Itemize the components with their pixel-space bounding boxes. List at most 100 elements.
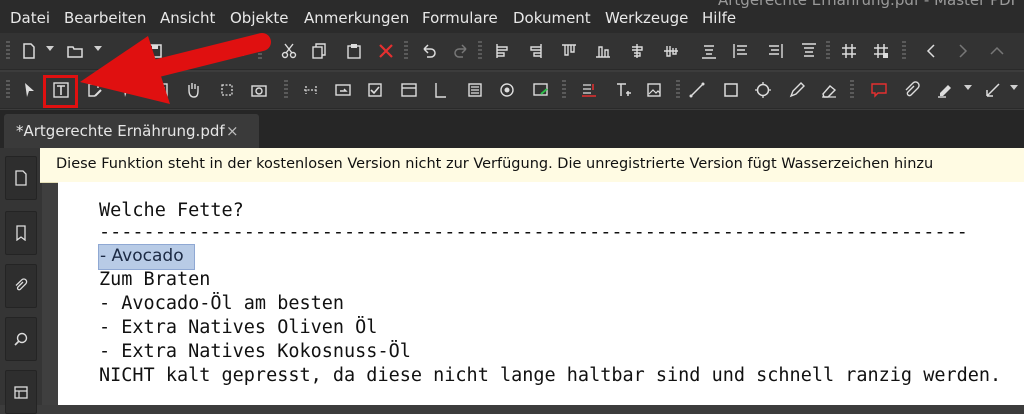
document-border [42,148,58,405]
text-strike-icon[interactable] [576,72,602,108]
notification-bar: Diese Funktion steht in der kostenlosen … [40,148,1024,183]
pages-panel-icon[interactable] [5,156,37,200]
align-center-h-icon[interactable] [624,33,650,69]
button-field-icon[interactable] [330,72,356,108]
add-image-icon[interactable] [642,72,668,108]
snap-grid-icon[interactable] [868,33,894,69]
distribute-h-icon[interactable] [696,33,722,69]
toolbar-grip[interactable] [676,80,680,100]
toolbar-grip[interactable] [478,41,482,61]
tab-close-button[interactable]: × [226,122,239,140]
text-line[interactable]: - Avocado-Öl am besten [99,293,344,314]
tools-toolbar [0,72,1024,109]
menu-bar: Artgerechte Ernährung.pdf - Master PDF E… [0,0,1024,36]
ellipse-tool-icon[interactable] [750,72,776,108]
print-icon[interactable] [224,33,250,69]
signature-field-icon[interactable] [528,72,554,108]
toolbar-grip[interactable] [562,80,566,100]
select-object-icon[interactable] [114,72,140,108]
document-page[interactable]: Welche Fette? --------------------------… [58,182,1024,405]
distribute-h2-icon[interactable] [762,33,788,69]
snapshot-icon[interactable] [246,72,272,108]
add-text-icon[interactable] [610,72,636,108]
menu-formulare[interactable]: Formulare [422,9,498,27]
text-line[interactable]: Zum Braten [99,269,210,290]
document-tab[interactable]: *Artgerechte Ernährung.pdf × [4,114,259,148]
radio-field-icon[interactable] [494,72,520,108]
page-heading[interactable]: Welche Fette? [99,200,244,221]
checkbox-field-icon[interactable] [362,72,388,108]
toolbar-grip[interactable] [826,41,830,61]
open-folder-icon[interactable] [62,33,88,69]
align-top-icon[interactable] [556,33,582,69]
toolbar-grip[interactable] [6,80,10,100]
select-arrow-icon[interactable] [16,72,42,108]
align-left-icon[interactable] [490,33,516,69]
toolbar-grip[interactable] [284,80,288,100]
edit-object-icon[interactable] [82,72,108,108]
layers-panel-icon[interactable] [5,370,37,414]
chevron-up-icon[interactable] [984,33,1010,69]
window-title: Artgerechte Ernährung.pdf - Master PDF E [718,0,1024,9]
highlighter-icon[interactable] [932,72,958,108]
new-document-icon[interactable] [16,33,42,69]
eraser-tool-icon[interactable] [816,72,842,108]
toolbar-grip[interactable] [404,41,408,61]
tab-bar: *Artgerechte Ernährung.pdf × [0,110,1024,148]
hand-tool-icon[interactable] [180,72,206,108]
menu-ansicht[interactable]: Ansicht [160,9,215,27]
form-field-icon[interactable] [148,72,174,108]
pencil-tool-icon[interactable] [784,72,810,108]
distribute-v2-icon[interactable] [796,33,822,69]
arrow-tool-icon[interactable] [980,72,1006,108]
menu-datei[interactable]: Datei [10,9,50,27]
main-toolbar [0,33,1024,70]
attach-icon[interactable] [898,72,924,108]
align-center-v-icon[interactable] [658,33,684,69]
text-line[interactable]: NICHT kalt gepresst, da diese nicht lang… [99,365,1001,386]
menu-bearbeiten[interactable]: Bearbeiten [64,9,146,27]
line-tool-icon[interactable] [684,72,710,108]
redo-icon[interactable] [448,33,474,69]
menu-hilfe[interactable]: Hilfe [702,9,736,27]
menu-objekte[interactable]: Objekte [230,9,289,27]
distribute-v-icon[interactable] [728,33,754,69]
bookmarks-panel-icon[interactable] [5,211,37,255]
side-panel [0,148,42,414]
combo-field-icon[interactable] [396,72,422,108]
highlight-box [43,75,78,108]
comment-box-icon[interactable] [866,72,892,108]
dashed-rule[interactable]: ----------------------------------------… [99,222,968,243]
list-box-icon[interactable] [462,72,488,108]
attachments-panel-icon[interactable] [5,264,37,308]
crop-icon[interactable] [214,72,240,108]
chevron-left-icon[interactable] [918,33,944,69]
text-line[interactable]: - Extra Natives Oliven Öl [99,317,377,338]
undo-icon[interactable] [416,33,442,69]
text-line[interactable]: - Extra Natives Kokosnuss-Öl [99,341,411,362]
grid-icon[interactable] [836,33,862,69]
copy-icon[interactable] [306,33,332,69]
menu-dokument[interactable]: Dokument [513,9,591,27]
notification-text: Diese Funktion steht in der kostenlosen … [56,156,934,172]
selected-text-box[interactable]: - Avocado [98,244,195,270]
paste-icon[interactable] [341,33,367,69]
menu-anmerkungen[interactable]: Anmerkungen [304,9,409,27]
menu-werkzeuge[interactable]: Werkzeuge [605,9,688,27]
toolbar-grip[interactable] [258,41,262,61]
toolbar-grip[interactable] [6,41,10,61]
tab-label: *Artgerechte Ernährung.pdf [16,122,225,140]
list-field-icon[interactable] [428,72,454,108]
toolbar-grip[interactable] [902,41,906,61]
save-icon[interactable] [142,33,168,69]
toolbar-grip[interactable] [850,80,854,100]
delete-icon[interactable] [373,33,399,69]
link-tool-icon[interactable] [298,72,324,108]
align-bottom-icon[interactable] [590,33,616,69]
rectangle-tool-icon[interactable] [718,72,744,108]
chevron-right-icon[interactable] [950,33,976,69]
cut-icon[interactable] [276,33,302,69]
search-panel-icon[interactable] [5,317,37,361]
selected-text[interactable]: - Avocado [100,246,184,266]
align-right-icon[interactable] [522,33,548,69]
